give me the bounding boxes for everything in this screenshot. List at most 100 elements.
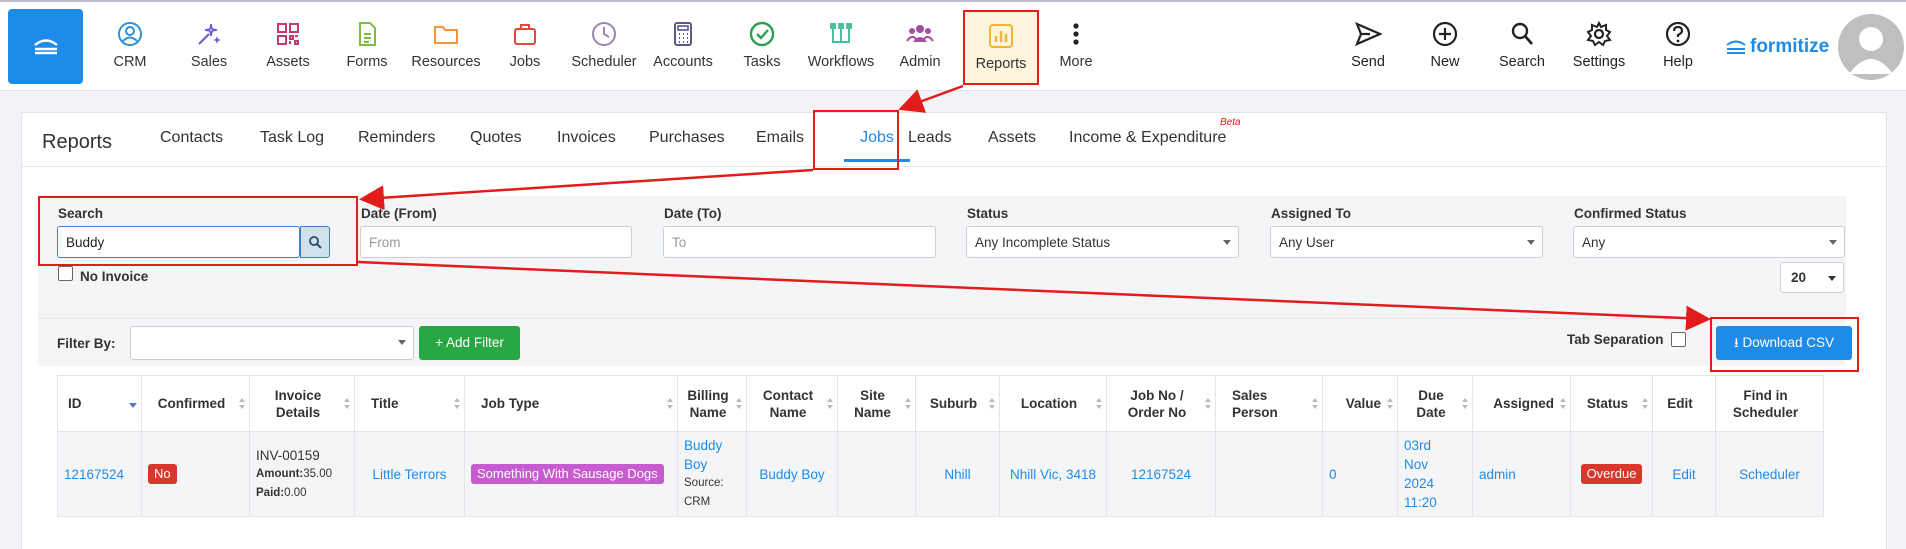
col-contact-name[interactable]: Contact Name <box>746 375 838 432</box>
value-link[interactable]: 0 <box>1329 467 1337 482</box>
cell-job-no[interactable]: 12167524 <box>1106 431 1216 517</box>
cell-edit[interactable]: Edit <box>1652 431 1716 517</box>
col-label: Site Name <box>854 387 891 420</box>
col-sales-person[interactable]: Sales Person <box>1215 375 1323 432</box>
date-to-input[interactable]: To <box>663 226 936 258</box>
col-id[interactable]: ID <box>57 375 142 432</box>
settings-button[interactable]: Settings <box>1567 20 1631 70</box>
tab-leads[interactable]: Leads <box>908 129 952 147</box>
billing-name-link[interactable]: Buddy Boy <box>684 436 740 474</box>
col-label: Sales Person <box>1232 387 1278 420</box>
suburb-link[interactable]: Nhill <box>944 467 970 482</box>
new-button[interactable]: New <box>1413 20 1477 70</box>
location-link[interactable]: Nhill Vic, 3418 <box>1010 467 1096 482</box>
col-title[interactable]: Title <box>354 375 465 432</box>
tab-task-log[interactable]: Task Log <box>260 129 324 147</box>
filter-by-select[interactable] <box>130 326 414 360</box>
cell-due-date[interactable]: 03rd Nov 2024 11:20 <box>1397 431 1473 517</box>
nav-more[interactable]: More <box>1038 20 1114 70</box>
assigned-link[interactable]: admin <box>1479 467 1516 482</box>
due-date-link[interactable]: 03rd Nov 2024 11:20 <box>1404 436 1456 512</box>
chevron-down-icon <box>1829 240 1837 245</box>
cell-contact-name[interactable]: Buddy Boy <box>746 431 838 517</box>
tab-emails[interactable]: Emails <box>756 129 804 147</box>
nav-label: Workflows <box>807 54 875 70</box>
cell-assigned[interactable]: admin <box>1472 431 1571 517</box>
confirmed-status-select[interactable]: Any <box>1573 226 1845 258</box>
cell-id[interactable]: 12167524 <box>57 431 142 517</box>
settings-label: Settings <box>1572 54 1626 70</box>
tab-assets[interactable]: Assets <box>988 129 1036 147</box>
cell-location[interactable]: Nhill Vic, 3418 <box>999 431 1107 517</box>
cell-title[interactable]: Little Terrors <box>354 431 465 517</box>
home-logo-button[interactable] <box>8 9 83 84</box>
col-location[interactable]: Location <box>999 375 1107 432</box>
sort-icon <box>1096 398 1102 410</box>
resources-icon <box>434 26 458 44</box>
new-label: New <box>1430 54 1460 70</box>
nav-admin[interactable]: Admin <box>882 20 958 70</box>
chevron-down-icon <box>398 340 406 345</box>
tab-income-expenditure[interactable]: Income & Expenditure <box>1069 129 1226 147</box>
col-suburb[interactable]: Suburb <box>915 375 1000 432</box>
cell-value[interactable]: 0 <box>1322 431 1398 517</box>
col-value[interactable]: Value <box>1322 375 1398 432</box>
tab-separation-checkbox[interactable] <box>1671 332 1686 347</box>
add-filter-button[interactable]: + Add Filter <box>419 326 520 360</box>
tab-reminders[interactable]: Reminders <box>358 129 435 147</box>
date-from-input[interactable]: From <box>360 226 632 258</box>
col-status[interactable]: Status <box>1570 375 1653 432</box>
scheduler-link[interactable]: Scheduler <box>1739 467 1800 482</box>
page-size-select[interactable]: 20 <box>1780 262 1844 293</box>
job-id-link[interactable]: 12167524 <box>64 467 124 482</box>
edit-link[interactable]: Edit <box>1672 467 1695 482</box>
status-select[interactable]: Any Incomplete Status <box>966 226 1239 258</box>
admin-icon <box>906 25 934 42</box>
cell-scheduler[interactable]: Scheduler <box>1715 431 1824 517</box>
help-button[interactable]: Help <box>1646 20 1710 70</box>
col-billing-name[interactable]: Billing Name <box>677 375 747 432</box>
tab-purchases[interactable]: Purchases <box>649 129 725 147</box>
send-button[interactable]: Send <box>1336 20 1400 70</box>
search-button[interactable]: Search <box>1490 20 1554 70</box>
download-highlight <box>1710 317 1859 372</box>
crm-icon <box>118 22 142 46</box>
nav-sales[interactable]: Sales <box>171 20 247 70</box>
col-confirmed[interactable]: Confirmed <box>141 375 250 432</box>
tab-quotes[interactable]: Quotes <box>470 129 522 147</box>
assigned-label: Assigned To <box>1271 206 1352 221</box>
contact-name-link[interactable]: Buddy Boy <box>759 467 824 482</box>
job-title-link[interactable]: Little Terrors <box>372 467 446 482</box>
nav-resources[interactable]: Resources <box>408 20 484 70</box>
accounts-icon <box>674 22 692 46</box>
col-assigned[interactable]: Assigned <box>1472 375 1571 432</box>
col-site-name[interactable]: Site Name <box>837 375 916 432</box>
avatar[interactable] <box>1838 14 1904 80</box>
cell-suburb[interactable]: Nhill <box>915 431 1000 517</box>
no-invoice-checkbox[interactable] <box>58 266 73 281</box>
nav-accounts[interactable]: Accounts <box>645 20 721 70</box>
job-no-link[interactable]: 12167524 <box>1131 467 1191 482</box>
tab-invoices[interactable]: Invoices <box>557 129 616 147</box>
col-job-type[interactable]: Job Type <box>464 375 678 432</box>
col-job-no[interactable]: Job No / Order No <box>1106 375 1216 432</box>
brand-logo[interactable]: formitize <box>1726 36 1829 58</box>
filter-by-label: Filter By: <box>57 336 116 351</box>
col-invoice-details[interactable]: Invoice Details <box>249 375 355 432</box>
nav-scheduler[interactable]: Scheduler <box>566 20 642 70</box>
col-label: Invoice Details <box>274 387 322 420</box>
confirmed-status-label: Confirmed Status <box>1574 206 1687 221</box>
tab-contacts[interactable]: Contacts <box>160 129 223 147</box>
nav-assets[interactable]: Assets <box>250 20 326 70</box>
nav-workflows[interactable]: Workflows <box>803 20 879 70</box>
nav-crm[interactable]: CRM <box>92 20 168 70</box>
gear-icon <box>1586 20 1612 47</box>
nav-tasks[interactable]: Tasks <box>724 20 800 70</box>
nav-forms[interactable]: Forms <box>329 20 405 70</box>
nav-jobs[interactable]: Jobs <box>487 20 563 70</box>
tasks-icon <box>749 21 775 47</box>
assigned-select[interactable]: Any User <box>1270 226 1543 258</box>
col-due-date[interactable]: Due Date <box>1397 375 1473 432</box>
nav-reports[interactable]: Reports <box>963 10 1039 85</box>
chevron-down-icon <box>1527 240 1535 245</box>
